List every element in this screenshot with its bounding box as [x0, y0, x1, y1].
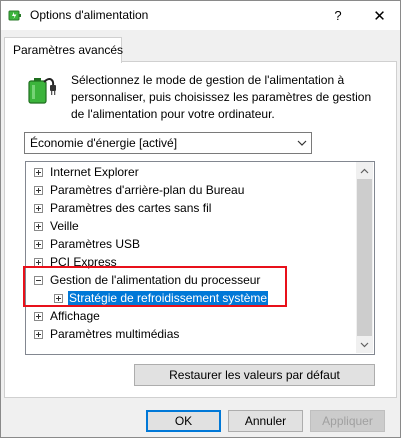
scroll-down-button[interactable]	[356, 336, 373, 353]
expand-plus-icon[interactable]	[34, 240, 43, 249]
tab-label: Paramètres avancés	[13, 43, 124, 57]
expand-plus-icon[interactable]	[34, 168, 43, 177]
expand-plus-icon[interactable]	[34, 222, 43, 231]
restore-defaults-button[interactable]: Restaurer les valeurs par défaut	[134, 364, 375, 386]
ok-button[interactable]: OK	[146, 410, 221, 432]
title-bar: Options d'alimentation ? ✕	[1, 1, 400, 30]
chevron-down-icon	[360, 342, 369, 347]
close-button[interactable]: ✕	[359, 1, 400, 30]
description-text: Sélectionnez le mode de gestion de l'ali…	[71, 72, 381, 123]
power-options-icon	[8, 10, 21, 21]
power-options-window: Options d'alimentation ? ✕ Paramètres av…	[0, 0, 401, 438]
description-line-2: personnaliser, puis choisissez les param…	[71, 90, 372, 104]
collapse-minus-icon[interactable]	[34, 276, 43, 285]
expand-plus-icon[interactable]	[34, 312, 43, 321]
expand-plus-icon[interactable]	[34, 204, 43, 213]
expand-plus-icon[interactable]	[54, 294, 63, 303]
power-plan-selected: Économie d'énergie [activé]	[30, 136, 178, 150]
expand-plus-icon[interactable]	[34, 186, 43, 195]
scroll-thumb[interactable]	[357, 179, 372, 336]
settings-tree[interactable]: Internet Explorer Paramètres d'arrière-p…	[25, 161, 375, 355]
tree-scrollbar[interactable]	[356, 162, 373, 353]
cancel-button[interactable]: Annuler	[228, 410, 303, 432]
expand-plus-icon[interactable]	[34, 330, 43, 339]
window-title: Options d'alimentation	[30, 8, 149, 22]
chevron-up-icon	[360, 168, 369, 173]
description-line-3: de l'alimentation pour votre ordinateur.	[71, 107, 275, 121]
apply-button[interactable]: Appliquer	[310, 410, 385, 432]
battery-plug-icon	[28, 78, 56, 104]
description-line-1: Sélectionnez le mode de gestion de l'ali…	[71, 73, 345, 87]
tab-advanced-settings[interactable]: Paramètres avancés	[4, 37, 124, 63]
expand-plus-icon[interactable]	[34, 258, 43, 267]
chevron-down-icon	[297, 140, 307, 146]
scroll-up-button[interactable]	[356, 162, 373, 179]
power-plan-dropdown[interactable]: Économie d'énergie [activé]	[24, 132, 312, 154]
help-button[interactable]: ?	[319, 1, 357, 30]
